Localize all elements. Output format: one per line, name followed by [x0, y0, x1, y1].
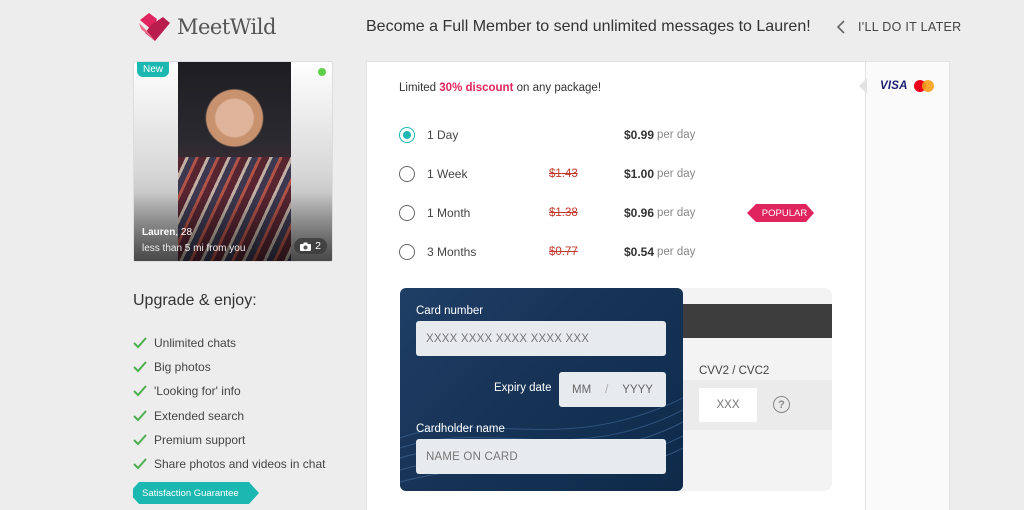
plan-radio[interactable] [399, 205, 415, 221]
benefit-label: Extended search [154, 408, 245, 423]
benefit-item: Extended search [133, 404, 325, 428]
online-indicator [318, 68, 326, 76]
panel-pointer [859, 78, 867, 94]
plan-per: per day [657, 246, 696, 258]
benefit-item: Premium support [133, 428, 325, 452]
expiry-year[interactable]: YYYY [622, 384, 653, 396]
expiry-month[interactable]: MM [572, 384, 591, 396]
cvv-label: CVV2 / CVC2 [699, 365, 770, 377]
plan-radio[interactable] [399, 127, 415, 143]
benefit-label: Premium support [154, 432, 246, 447]
help-icon[interactable]: ? [773, 396, 790, 413]
satisfaction-guarantee-badge[interactable]: Satisfaction Guarantee [133, 482, 259, 504]
plan-old-price: $1.43 [549, 168, 578, 180]
heart-logo-icon [139, 13, 170, 41]
cardholder-name-input[interactable] [416, 439, 666, 474]
cvv-input[interactable] [699, 388, 757, 422]
plan-per: per day [657, 168, 696, 180]
cardholder-name-label: Cardholder name [416, 423, 505, 435]
promo-prefix: Limited [399, 82, 440, 94]
plan-label: 3 Months [427, 245, 477, 259]
visa-logo: VISA [880, 80, 908, 92]
check-icon [133, 409, 147, 422]
meetwild-logo[interactable]: MeetWild [137, 11, 276, 43]
photo-count-badge[interactable]: 2 [294, 238, 327, 254]
plan-radio[interactable] [399, 166, 415, 182]
plan-radio[interactable] [399, 244, 415, 260]
plan-old-price: $0.77 [549, 246, 578, 258]
plan-option-1-week[interactable]: 1 Week $1.43 $1.00 per day [399, 164, 819, 184]
promo-discount: 30% discount [439, 82, 514, 94]
benefit-item: Share photos and videos in chat [133, 452, 325, 476]
check-icon [133, 385, 147, 397]
profile-card[interactable]: New Lauren, 28 less than 5 mi from you 2 [133, 61, 333, 262]
promo-text: Limited 30% discount on any package! [399, 82, 601, 94]
page-headline: Become a Full Member to send unlimited m… [366, 18, 811, 35]
new-badge: New [137, 62, 170, 77]
card-front: Card number Expiry date MM / YYYY Cardho… [400, 288, 683, 491]
check-icon [133, 361, 147, 373]
promo-suffix: on any package! [513, 82, 602, 94]
upgrade-title: Upgrade & enjoy: [133, 292, 257, 309]
plan-price: $1.00 [624, 167, 655, 181]
benefit-item: Unlimited chats [133, 331, 325, 355]
check-icon [133, 458, 147, 470]
plan-label: 1 Week [427, 167, 468, 181]
plan-old-price: $1.38 [549, 207, 578, 219]
payment-methods-panel [866, 61, 950, 510]
benefit-label: 'Looking for' info [154, 384, 241, 399]
plan-price: $0.96 [624, 206, 655, 220]
profile-name: Lauren, 28 [142, 227, 192, 238]
plan-per: per day [657, 129, 696, 141]
photo-count: 2 [315, 240, 321, 252]
plan-option-1-day[interactable]: 1 Day $0.99 per day [399, 125, 819, 145]
profile-distance: less than 5 mi from you [142, 243, 246, 254]
do-it-later-link[interactable]: I'LL DO IT LATER [836, 20, 962, 34]
profile-name-text: Lauren [142, 227, 176, 238]
do-it-later-label: I'LL DO IT LATER [858, 20, 962, 34]
card-number-label: Card number [416, 305, 484, 317]
plan-label: 1 Day [427, 128, 459, 142]
check-icon [133, 337, 147, 349]
plan-option-3-months[interactable]: 3 Months $0.77 $0.54 per day [399, 242, 819, 262]
profile-age: , 28 [175, 227, 193, 238]
benefits-list: Unlimited chats Big photos 'Looking for'… [133, 331, 325, 476]
mastercard-logo [914, 80, 934, 92]
camera-icon [300, 242, 312, 251]
benefit-item: Big photos [133, 355, 325, 379]
plan-per: per day [657, 207, 696, 219]
benefit-label: Big photos [154, 360, 211, 375]
plan-label: 1 Month [427, 206, 471, 220]
benefit-label: Unlimited chats [154, 336, 237, 351]
expiry-date-label: Expiry date [494, 382, 552, 394]
check-icon [133, 434, 147, 446]
chevron-left-icon [836, 20, 845, 34]
plan-price: $0.54 [624, 245, 655, 259]
expiry-separator: / [605, 383, 609, 396]
plan-price: $0.99 [624, 128, 655, 142]
benefit-item: 'Looking for' info [133, 379, 325, 403]
logo-text: MeetWild [177, 15, 276, 39]
popular-badge: POPULAR [747, 204, 814, 222]
benefit-label: Share photos and videos in chat [154, 457, 326, 472]
expiry-date-input[interactable]: MM / YYYY [559, 372, 666, 407]
card-number-input[interactable] [416, 321, 666, 356]
